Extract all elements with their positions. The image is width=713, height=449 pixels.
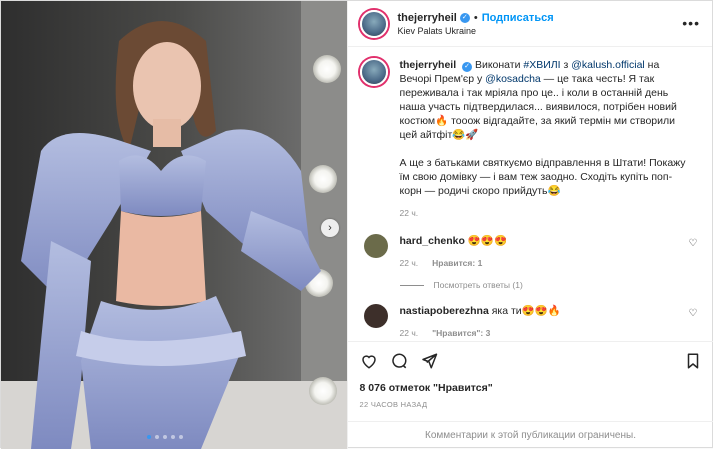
carousel-dot: [171, 435, 175, 439]
separator: •: [473, 11, 478, 24]
caption-username[interactable]: thejerryheil: [400, 59, 457, 71]
comment-icon[interactable]: [390, 352, 408, 370]
location-link[interactable]: Kiev Palats Ukraine: [398, 26, 554, 36]
follow-button[interactable]: Подписаться: [482, 12, 554, 24]
verified-icon: ✓: [462, 62, 473, 72]
view-replies-label[interactable]: Посмотреть ответы (1): [434, 280, 523, 290]
caption-text: А ще з батьками святкуємо відправлення в…: [399, 157, 686, 197]
caption-hashtag[interactable]: #ХВИЛІ: [523, 59, 560, 71]
carousel-indicator: [147, 435, 183, 439]
caption-time[interactable]: 22 ч.: [400, 206, 690, 220]
author-avatar[interactable]: [359, 9, 388, 38]
view-replies[interactable]: Посмотреть ответы (1): [399, 280, 702, 290]
posted-time[interactable]: 22 ЧАСОВ НАЗАД: [360, 400, 702, 409]
comments-limited-notice: Комментарии к этой публикации ограничены…: [347, 421, 713, 449]
caption-avatar[interactable]: [359, 58, 388, 86]
heart-icon[interactable]: [360, 352, 378, 370]
verified-icon: ✓: [459, 12, 470, 23]
bookmark-icon[interactable]: [684, 352, 702, 370]
comment-item: hard_chenko 😍😍😍 22 ч. Нравится: 1 ♡: [360, 234, 702, 270]
comment-time[interactable]: 22 ч.: [400, 326, 419, 338]
caption-text: з: [560, 59, 572, 71]
carousel-dot: [179, 435, 183, 439]
author-username[interactable]: thejerryheil: [398, 12, 457, 24]
likes-count[interactable]: 8 076 отметок "Нравится": [360, 382, 702, 394]
comment-username[interactable]: nastiapoberezhna: [400, 305, 489, 317]
share-icon[interactable]: [420, 352, 438, 370]
comment-username[interactable]: hard_chenko: [400, 235, 465, 247]
comment-likes[interactable]: "Нравится": 3: [432, 326, 490, 338]
heart-icon[interactable]: ♡: [689, 238, 698, 249]
comment-text: яка ти😍😍🔥: [491, 305, 561, 317]
photo-illustration: [1, 1, 347, 449]
post-actions: 8 076 отметок "Нравится" 22 ЧАСОВ НАЗАД: [347, 341, 713, 409]
caption-text: Виконати: [474, 59, 524, 71]
carousel-dot: [155, 435, 159, 439]
post-side-panel: thejerryheil ✓ • Подписаться Kiev Palats…: [346, 1, 713, 449]
post-caption: thejerryheil ✓ Виконати #ХВИЛІ з @kalush…: [359, 58, 702, 220]
heart-icon[interactable]: ♡: [689, 308, 698, 319]
caption-mention[interactable]: @kosadcha: [485, 73, 541, 85]
post-photo[interactable]: ›: [1, 1, 347, 449]
carousel-dot: [163, 435, 167, 439]
comment-avatar[interactable]: [363, 304, 388, 328]
comment-item: nastiapoberezhna яка ти😍😍🔥 22 ч. "Нравит…: [360, 304, 702, 338]
comments-section[interactable]: thejerryheil ✓ Виконати #ХВИЛІ з @kalush…: [348, 48, 713, 338]
next-slide-button[interactable]: ›: [321, 219, 339, 237]
more-horizontal-icon[interactable]: •••: [682, 15, 700, 31]
post-dialog: › thejerryheil ✓ • Подписаться Kiev Pala…: [0, 0, 713, 449]
replies-divider: [399, 284, 424, 286]
post-header: thejerryheil ✓ • Подписаться Kiev Palats…: [347, 1, 712, 47]
comment-avatar[interactable]: [363, 234, 388, 258]
carousel-dot: [147, 435, 151, 439]
comment-time[interactable]: 22 ч.: [400, 256, 419, 270]
comment-text: 😍😍😍: [467, 235, 508, 247]
caption-mention[interactable]: @kalush.official: [571, 59, 645, 71]
comment-likes[interactable]: Нравится: 1: [432, 256, 482, 270]
